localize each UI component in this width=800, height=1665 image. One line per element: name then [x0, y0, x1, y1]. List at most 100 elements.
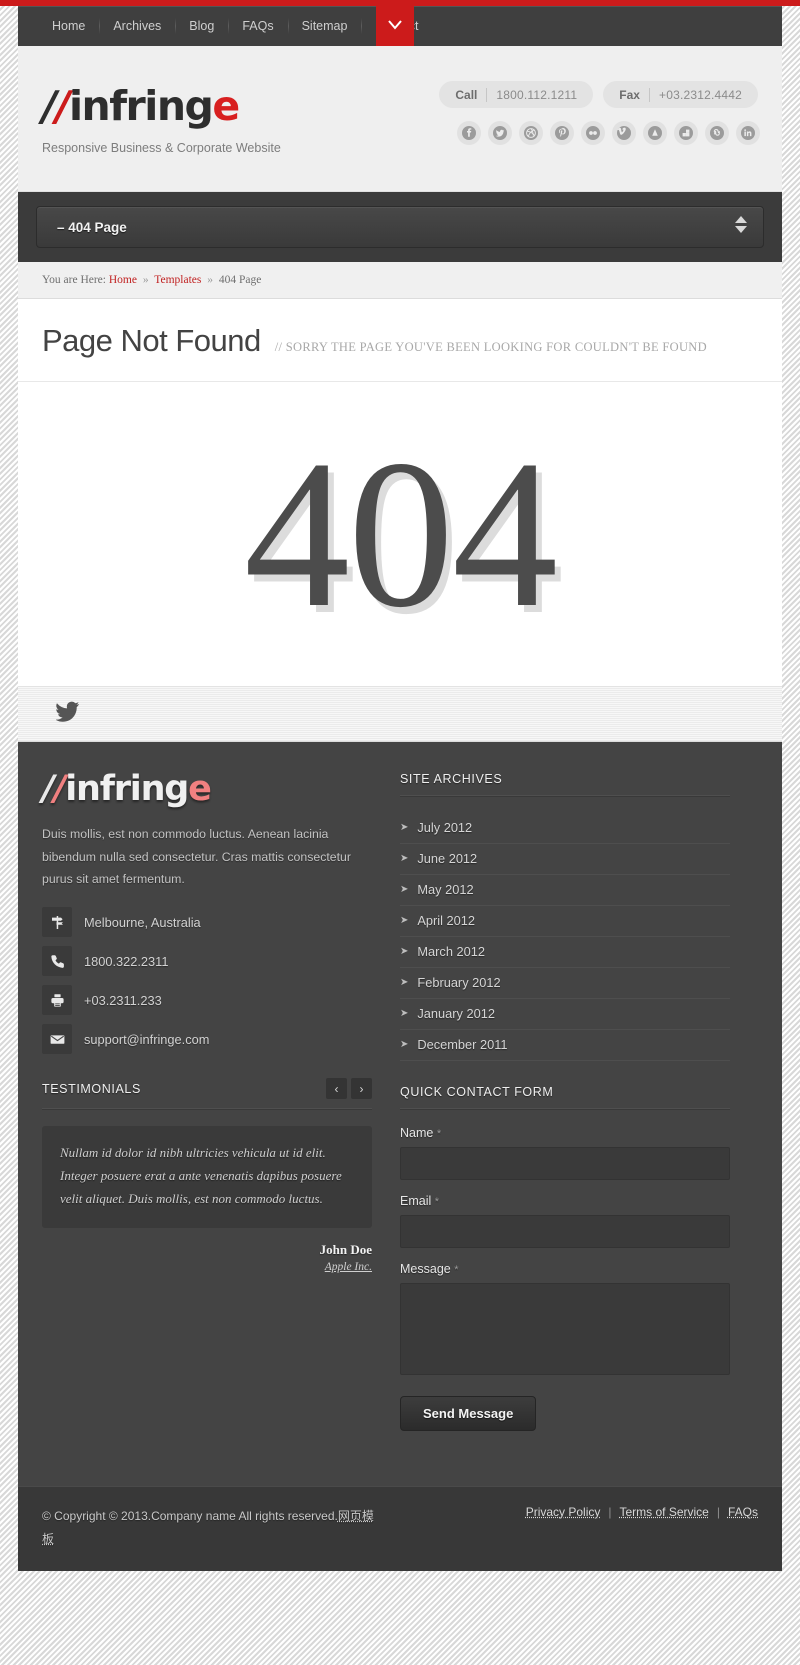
- archive-label: December 2011: [417, 1037, 508, 1052]
- fax-printer-icon: [42, 985, 72, 1016]
- nav-dropdown-toggle[interactable]: [376, 6, 414, 46]
- chevron-down-icon: [735, 226, 747, 233]
- divider: [42, 1108, 372, 1111]
- chevron-right-icon: ➤: [400, 1008, 409, 1019]
- social-link-flickr[interactable]: [581, 121, 605, 145]
- breadcrumb-link-home[interactable]: Home: [109, 274, 137, 286]
- nav-item-blog[interactable]: Blog: [175, 6, 228, 46]
- list-item[interactable]: ➤ March 2012: [400, 937, 730, 968]
- fax-label: Fax: [619, 87, 640, 102]
- list-item[interactable]: ➤ December 2011: [400, 1030, 730, 1061]
- divider: [400, 795, 730, 797]
- footer-logo-word-accent: e: [188, 769, 212, 809]
- list-item[interactable]: ➤ June 2012: [400, 844, 730, 875]
- page-title-bar: Page Not Found // SORRY THE PAGE YOU'VE …: [18, 299, 782, 382]
- social-link-pinterest[interactable]: [550, 121, 574, 145]
- map-signpost-icon: [42, 907, 72, 938]
- social-link-twitter[interactable]: [488, 121, 512, 145]
- testimonial-author-block: John Doe Apple Inc.: [42, 1242, 372, 1273]
- testimonial-prev-button[interactable]: ‹: [326, 1078, 347, 1100]
- footer-logo-word: infring: [65, 769, 189, 809]
- chevron-right-icon: ➤: [400, 1039, 409, 1050]
- list-item[interactable]: ➤ February 2012: [400, 968, 730, 999]
- page-title: Page Not Found: [42, 323, 261, 358]
- pinterest-icon: [555, 126, 569, 140]
- header-contact-pills: Call 1800.112.1211 Fax +03.2312.4442: [439, 81, 758, 108]
- chevron-right-icon: ➤: [400, 946, 409, 957]
- copyright-text: © Copyright © 2013.Company name All righ…: [42, 1505, 382, 1551]
- testimonial-quote: Nullam id dolor id nibh ultricies vehicu…: [42, 1126, 372, 1229]
- archive-label: May 2012: [417, 882, 474, 897]
- chevron-right-icon: ➤: [400, 822, 409, 833]
- page-select-strip: – 404 Page: [18, 192, 782, 262]
- fax-pill[interactable]: Fax +03.2312.4442: [603, 81, 758, 108]
- logo-word: infring: [68, 82, 214, 130]
- site-footer: //infringe Duis mollis, est non commodo …: [18, 742, 782, 1431]
- logo-slash-2: /: [55, 82, 70, 130]
- footer-contact-phone: 1800.322.2311: [42, 946, 372, 977]
- page-select[interactable]: – 404 Page: [36, 206, 764, 248]
- nav-item-faqs[interactable]: FAQs: [228, 6, 287, 46]
- list-item[interactable]: ➤ January 2012: [400, 999, 730, 1030]
- call-pill[interactable]: Call 1800.112.1211: [439, 81, 594, 108]
- send-message-button[interactable]: Send Message: [400, 1396, 537, 1431]
- envelope-icon: [42, 1024, 72, 1055]
- message-textarea[interactable]: [400, 1283, 730, 1375]
- testimonial-next-button[interactable]: ›: [351, 1078, 372, 1100]
- archive-label: March 2012: [417, 944, 485, 959]
- testimonials-header: TESTIMONIALS ‹ ›: [42, 1078, 372, 1108]
- contact-form-header: QUICK CONTACT FORM: [400, 1085, 730, 1108]
- email-field-label: Email *: [400, 1194, 730, 1208]
- archive-label: January 2012: [417, 1006, 495, 1021]
- footer-contact-address: Melbourne, Australia: [42, 907, 372, 938]
- social-link-stumbleupon[interactable]: [705, 121, 729, 145]
- footer-logo[interactable]: //infringe: [42, 772, 372, 807]
- name-input[interactable]: [400, 1147, 730, 1180]
- link-privacy-policy[interactable]: Privacy Policy: [526, 1505, 601, 1519]
- testimonial-author-company[interactable]: Apple Inc.: [42, 1261, 372, 1273]
- footer-fax-text: +03.2311.233: [84, 992, 162, 1008]
- testimonials-title: TESTIMONIALS: [42, 1081, 141, 1096]
- breadcrumb-link-templates[interactable]: Templates: [154, 274, 201, 286]
- chevron-right-icon: ➤: [400, 977, 409, 988]
- footer-column-archives-form: SITE ARCHIVES ➤ July 2012 ➤ June 2012 ➤ May…: [400, 772, 730, 1431]
- facebook-icon: [462, 126, 476, 140]
- social-link-facebook[interactable]: [457, 121, 481, 145]
- pill-divider: [648, 87, 650, 102]
- archive-label: July 2012: [417, 820, 473, 835]
- social-link-vimeo[interactable]: [612, 121, 636, 145]
- footer-email-text: support@infringe.com: [84, 1031, 210, 1047]
- breadcrumb-separator: »: [207, 274, 213, 286]
- twitter-icon: [493, 126, 507, 140]
- list-item[interactable]: ➤ May 2012: [400, 875, 730, 906]
- list-item[interactable]: ➤ April 2012: [400, 906, 730, 937]
- chevron-up-icon: [735, 216, 747, 223]
- main-navigation: Home Archives Blog FAQs Sitemap Contact: [18, 6, 782, 46]
- error-code-block: 404: [18, 382, 782, 687]
- footer-address-text: Melbourne, Australia: [84, 914, 201, 930]
- site-logo[interactable]: //infringe: [42, 86, 240, 127]
- chevron-right-icon: ➤: [400, 853, 409, 864]
- archives-title: SITE ARCHIVES: [400, 772, 503, 786]
- footer-contact-email: support@infringe.com: [42, 1024, 372, 1055]
- social-link-linkedin[interactable]: [736, 121, 760, 145]
- flickr-icon: [586, 126, 600, 140]
- testimonials-nav: ‹ ›: [326, 1078, 372, 1100]
- link-faqs[interactable]: FAQs: [728, 1505, 758, 1519]
- nav-item-archives[interactable]: Archives: [99, 6, 175, 46]
- footer-contact-fax: +03.2311.233: [42, 985, 372, 1016]
- page-subtitle: // SORRY THE PAGE YOU'VE BEEN LOOKING FO…: [274, 340, 707, 354]
- required-mark: *: [434, 1196, 440, 1208]
- nav-item-sitemap[interactable]: Sitemap: [287, 6, 362, 46]
- twitter-feed-strip: [18, 687, 782, 742]
- nav-item-home[interactable]: Home: [38, 6, 99, 46]
- list-item[interactable]: ➤ July 2012: [400, 813, 730, 844]
- link-terms-of-service[interactable]: Terms of Service: [620, 1505, 709, 1519]
- error-code-404: 404: [244, 416, 558, 651]
- social-link-behance[interactable]: [643, 121, 667, 145]
- email-input[interactable]: [400, 1215, 730, 1248]
- logo-slash-1: /: [42, 82, 57, 130]
- stumbleupon-icon: [710, 126, 724, 140]
- social-link-dribbble[interactable]: [519, 121, 543, 145]
- social-link-delicious[interactable]: [674, 121, 698, 145]
